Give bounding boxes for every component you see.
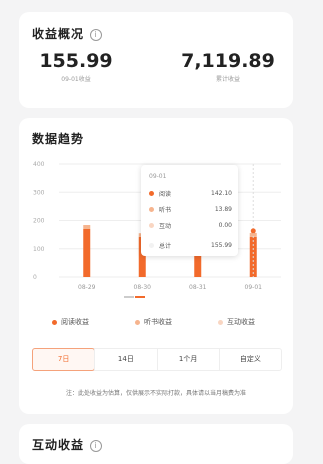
y-tick-label: 100 [33,246,45,253]
tooltip-row-name: 阅读 [159,191,172,198]
scroll-indicator-active [135,296,145,298]
tooltip-row-interaction: 互动 0.00 [149,221,232,230]
listening-dot-icon [149,207,154,212]
interaction-title: 互动收益 i [32,436,103,453]
tooltip-row-listening: 听书 13.89 [149,205,232,214]
yesterday-income-label: 09-01收益 [61,76,91,83]
tooltip-row-value: 0.00 [218,222,232,229]
tooltip-row-reading: 阅读 142.10 [149,189,232,198]
overview-title-text: 收益概况 [32,27,85,41]
legend-label: 阅读收益 [61,318,89,326]
tooltip-row-value: 142.10 [211,190,232,197]
info-icon[interactable]: i [90,29,103,41]
listening-dot-icon [135,319,140,325]
y-tick-label: 400 [33,161,45,168]
tab-14-days[interactable]: 14日 [94,349,156,370]
legend-label: 听书收益 [144,318,172,326]
total-income-label: 累计收益 [215,76,240,83]
x-tick-label: 08-30 [134,284,152,291]
legend-item-listening[interactable]: 听书收益 [135,317,172,327]
income-note: 注：此处收益为估算，仅供展示不实际打款，具体请以当月稿费为准 [65,390,246,397]
interaction-dot-icon [218,319,223,325]
x-tick-label: 08-31 [189,284,207,291]
y-tick-label: 0 [33,274,37,281]
yesterday-income-amount: 155.99 [39,50,113,72]
interaction-title-text: 互动收益 [32,438,85,452]
reading-dot-icon [52,319,57,325]
info-icon[interactable]: i [90,440,103,452]
tab-7-days[interactable]: 7日 [32,348,96,371]
tooltip-row-name: 听书 [159,207,172,214]
overview-title: 收益概况 i [32,25,103,42]
x-tick-label: 09-01 [245,284,263,291]
legend-label: 互动收益 [227,318,255,326]
chart-legend: 阅读收益 听书收益 互动收益 [19,317,293,327]
y-tick-label: 300 [33,189,45,196]
tooltip-row-name: 互动 [159,223,172,230]
selected-point [250,228,256,234]
trend-card: 数据趋势 0 100 200 300 400 08-29 08-30 08-31 09-01 0… [19,118,293,414]
tooltip-row-value: 13.89 [214,206,232,213]
interaction-dot-icon [149,223,154,228]
y-tick-label: 200 [33,218,45,225]
bar-segment [83,225,91,229]
reading-dot-icon [149,191,154,196]
x-tick-label: 08-29 [78,284,96,291]
tooltip-total-value: 155.99 [211,242,232,249]
interaction-income-card: 互动收益 i [19,424,293,464]
bar-segment [83,228,91,277]
tab-custom[interactable]: 自定义 [218,349,281,370]
total-income-amount: 7,119.89 [181,50,275,72]
legend-item-reading[interactable]: 阅读收益 [52,317,89,327]
legend-item-interaction[interactable]: 互动收益 [218,317,255,327]
tooltip-date: 09-01 [149,173,167,180]
range-tabs: 7日 14日 1个月 自定义 [32,348,282,371]
chart-tooltip: 09-01 阅读 142.10 听书 13.89 互动 0.00 总计 155.… [141,165,238,256]
total-dot-icon [149,243,154,248]
tooltip-total-name: 总计 [159,243,172,250]
tab-1-month[interactable]: 1个月 [156,349,219,370]
scroll-indicator [124,296,134,298]
trend-title: 数据趋势 [32,132,85,146]
overview-card: 收益概况 i 155.99 09-01收益 7,119.89 累计收益 [19,12,293,108]
tooltip-row-total: 总计 155.99 [149,241,232,250]
